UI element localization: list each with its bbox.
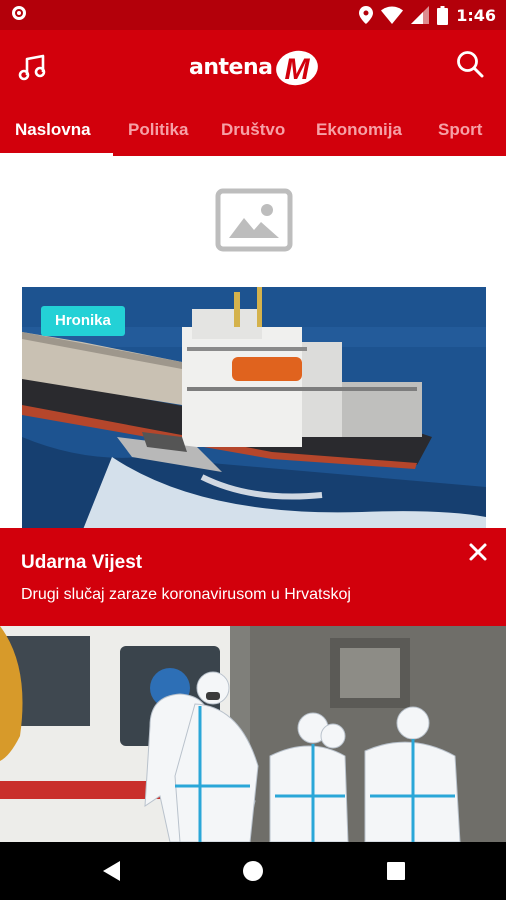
status-bar: 1:46: [0, 0, 506, 30]
tab-naslovna[interactable]: Naslovna: [15, 120, 91, 140]
logo-mark: M: [285, 53, 311, 86]
breaking-text[interactable]: Drugi slučaj zaraze koronavirusom u Hrva…: [21, 586, 351, 604]
app-bar: antena M: [0, 30, 506, 110]
recents-icon[interactable]: [386, 861, 406, 881]
status-icons: 1:46: [359, 4, 496, 26]
back-icon[interactable]: [101, 860, 121, 882]
system-nav-bar: [0, 842, 506, 900]
clock: 1:46: [456, 5, 496, 25]
breaking-news-banner[interactable]: Udarna Vijest Drugi slučaj zaraze korona…: [0, 528, 506, 626]
notification-icon: [12, 6, 26, 20]
home-icon[interactable]: [242, 860, 264, 882]
battery-icon: [437, 5, 449, 25]
close-icon[interactable]: [466, 540, 490, 564]
signal-icon: [411, 6, 430, 24]
image-placeholder-icon: [215, 188, 293, 252]
breaking-title: Udarna Vijest: [21, 552, 143, 573]
search-icon[interactable]: [456, 50, 484, 78]
category-badge[interactable]: Hronika: [41, 306, 125, 336]
category-tabs: Naslovna Politika Društvo Ekonomija Spor…: [0, 110, 506, 156]
tab-drustvo[interactable]: Društvo: [221, 120, 285, 140]
hazmat-photo: [0, 626, 506, 842]
logo-text: antena: [189, 54, 273, 80]
wifi-icon: [381, 6, 404, 24]
tab-indicator: [0, 153, 113, 156]
app-logo: antena M: [189, 42, 320, 92]
tab-politika[interactable]: Politika: [128, 120, 188, 140]
tab-sport[interactable]: Sport: [438, 120, 482, 140]
location-icon: [359, 6, 374, 24]
music-icon[interactable]: [18, 54, 46, 82]
logo-emblem: M: [276, 50, 319, 86]
tab-ekonomija[interactable]: Ekonomija: [316, 120, 402, 140]
article-image-2[interactable]: [0, 626, 506, 842]
